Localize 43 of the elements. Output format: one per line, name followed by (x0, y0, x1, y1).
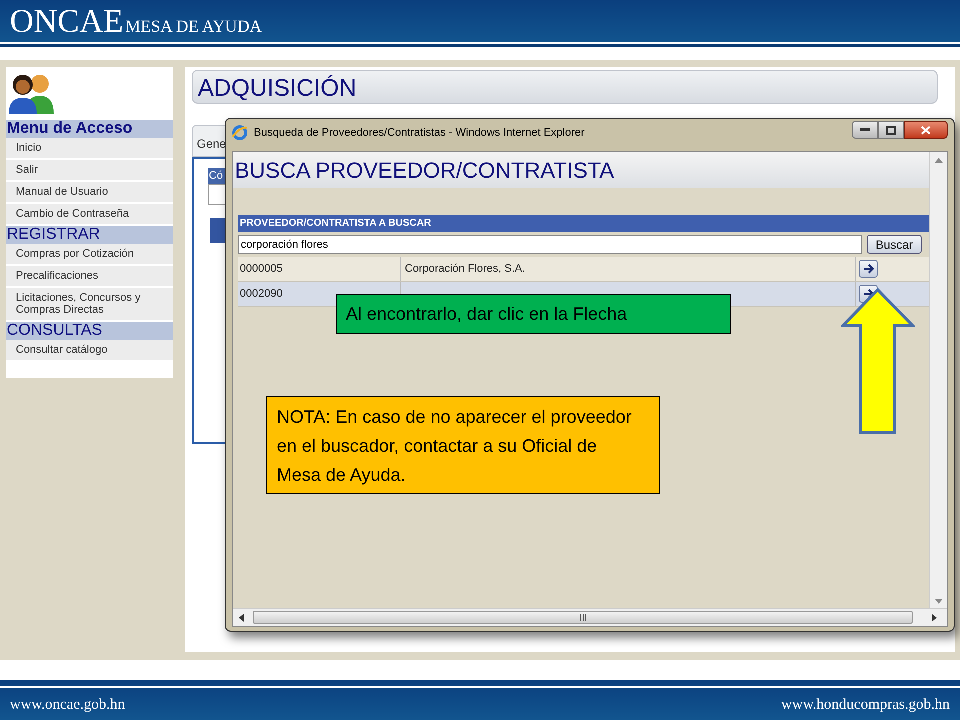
arrow-right-icon (862, 264, 874, 274)
maximize-button[interactable] (878, 121, 904, 139)
menu-section-header: REGISTRAR (6, 226, 173, 244)
footer-left-link[interactable]: www.oncae.gob.hn (10, 694, 126, 716)
scroll-up-icon (935, 158, 943, 163)
table-cell-text: Corporación Flores, S.A. (404, 262, 526, 277)
tip-callout: Al encontrarlo, dar clic en la Flecha (336, 294, 731, 334)
close-icon (921, 126, 931, 134)
menu-item[interactable]: Compras por Cotización (6, 244, 173, 266)
browser-icon (232, 125, 248, 142)
footer-right-link[interactable]: www.honducompras.gob.hn (781, 694, 950, 716)
menu-item[interactable]: Precalificaciones (6, 266, 173, 288)
menu-item[interactable]: Salir (6, 160, 173, 182)
minimize-icon (860, 128, 870, 132)
restore-icon (886, 126, 896, 134)
minimize-button[interactable] (852, 121, 878, 139)
note-callout: NOTA: En caso de no aparecer el proveedor en el buscador, contactar a su Oficial de Mesa de Ayuda. (266, 396, 660, 494)
table-cell: 0000005 (238, 257, 401, 281)
scroll-right-icon (932, 614, 937, 622)
vertical-scrollbar[interactable] (929, 152, 947, 610)
arrow-right-icon (862, 289, 874, 299)
menu-item[interactable]: Inicio (6, 138, 173, 160)
horizontal-scrollbar[interactable] (233, 608, 947, 626)
menu-section-header: CONSULTAS (6, 322, 173, 340)
page-title: ADQUISICIÓN (198, 75, 357, 103)
select-button[interactable] (859, 260, 878, 278)
menu-item[interactable]: Consultar catálogo (6, 340, 173, 362)
popup-heading: BUSCA PROVEEDOR/CONTRATISTA (235, 156, 614, 184)
window-title: Busqueda de Proveedores/Contratistas - Windows Internet Explorer (254, 126, 585, 141)
section-header: PROVEEDOR/CONTRATISTA A BUSCAR (238, 215, 929, 232)
search-field[interactable]: corporación flores (238, 235, 862, 254)
close-button[interactable] (904, 121, 948, 139)
menu-item[interactable]: Cambio de Contraseña (6, 204, 173, 226)
grip-icon (580, 614, 586, 621)
brand-subtitle: MESA DE AYUDA (126, 16, 262, 38)
scroll-thumb[interactable] (253, 611, 913, 624)
menu-item[interactable]: Manual de Usuario (6, 182, 173, 204)
search-button[interactable]: Buscar (867, 235, 922, 254)
scroll-down-icon (935, 599, 943, 604)
menu-item[interactable]: Licitaciones, Concursos y Compras Directas (6, 288, 173, 322)
menu-section-header: Menu de Acceso (6, 120, 173, 138)
brand-title: ONCAE (10, 4, 124, 40)
scroll-left-icon (239, 614, 244, 622)
